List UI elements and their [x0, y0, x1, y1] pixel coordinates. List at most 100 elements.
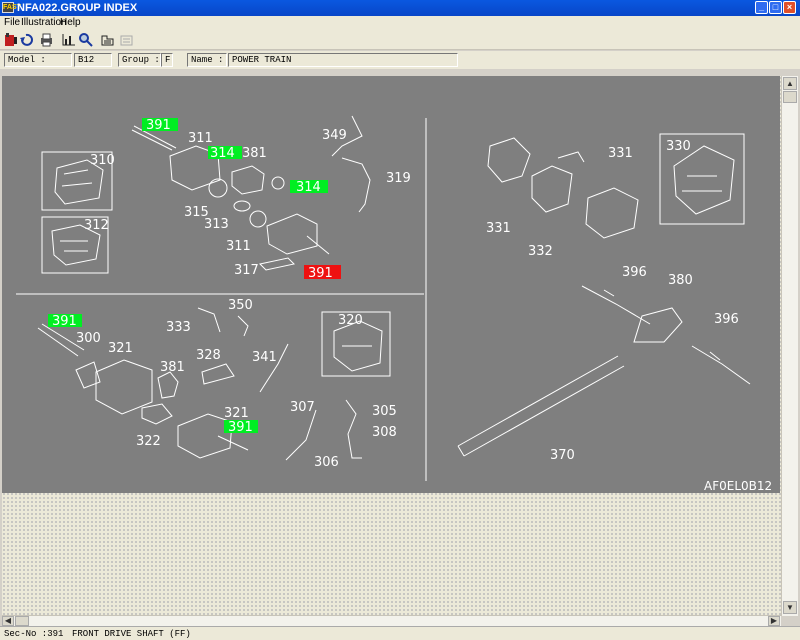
part-321-case — [95, 359, 153, 415]
callout-305[interactable]: 305 — [372, 404, 397, 419]
part-391-shaft-bottom — [217, 435, 249, 451]
callout-310[interactable]: 310 — [90, 153, 115, 168]
part-322-gears — [141, 403, 173, 425]
callout-381-a[interactable]: 381 — [242, 146, 267, 161]
part-306-harness — [345, 399, 362, 459]
toolbar — [0, 30, 800, 50]
find-icon[interactable] — [77, 31, 94, 48]
part-381-cap — [231, 165, 265, 195]
scroll-left-button[interactable]: ◀ — [2, 616, 14, 626]
callout-350[interactable]: 350 — [228, 298, 253, 313]
callout-331-b[interactable]: 331 — [608, 146, 633, 161]
part-396-shaft-left — [581, 285, 651, 325]
callout-391-a[interactable]: 391 — [146, 118, 171, 133]
callout-312[interactable]: 312 — [84, 218, 109, 233]
callout-370[interactable]: 370 — [550, 448, 575, 463]
status-description: FRONT DRIVE SHAFT (FF) — [72, 629, 191, 639]
callout-306[interactable]: 306 — [314, 455, 339, 470]
callout-314-a[interactable]: 314 — [210, 146, 235, 161]
part-333-fork — [197, 307, 221, 333]
callout-321-b[interactable]: 321 — [224, 406, 249, 421]
callout-349[interactable]: 349 — [322, 128, 347, 143]
callout-391-d[interactable]: 391 — [228, 420, 253, 435]
disabled-icon — [118, 31, 135, 48]
vertical-scrollbar[interactable]: ▲ ▼ — [781, 76, 798, 616]
group-value: F — [161, 53, 173, 67]
callout-333[interactable]: 333 — [166, 320, 191, 335]
window-title: NFA022.GROUP INDEX — [17, 2, 138, 14]
part-314-cap — [271, 176, 285, 190]
menu-file[interactable]: File — [4, 17, 20, 29]
print-icon[interactable] — [38, 31, 55, 48]
callout-380[interactable]: 380 — [668, 273, 693, 288]
scroll-up-button[interactable]: ▲ — [783, 77, 797, 90]
part-307-cable — [285, 409, 317, 461]
part-391-shaft-mid — [306, 235, 330, 255]
horizontal-scroll-thumb[interactable] — [15, 616, 29, 626]
callout-300[interactable]: 300 — [76, 331, 101, 346]
close-button[interactable]: × — [783, 1, 796, 14]
status-sec-no: Sec-No :391 — [4, 629, 64, 639]
graph-icon[interactable] — [60, 31, 77, 48]
part-313-ring — [249, 210, 267, 228]
callout-331-a[interactable]: 331 — [486, 221, 511, 236]
callout-319[interactable]: 319 — [386, 171, 411, 186]
title-bar: FAST NFA022.GROUP INDEX _ □ × — [0, 0, 800, 16]
scroll-down-button[interactable]: ▼ — [783, 601, 797, 614]
part-331-case — [585, 187, 639, 239]
name-label: Name : — [187, 53, 227, 67]
part-311-lower — [266, 213, 318, 255]
part-317-gasket — [258, 257, 296, 271]
callout-396-b[interactable]: 396 — [714, 312, 739, 327]
part-396-shaft-right — [691, 345, 751, 385]
callout-396-a[interactable]: 396 — [622, 265, 647, 280]
vertical-scroll-thumb[interactable] — [783, 91, 797, 103]
callout-308[interactable]: 308 — [372, 425, 397, 440]
callout-328[interactable]: 328 — [196, 348, 221, 363]
status-bar: Sec-No :391 FRONT DRIVE SHAFT (FF) — [0, 626, 800, 640]
callout-391-c[interactable]: 391 — [52, 314, 77, 329]
part-330-drawing — [673, 145, 735, 215]
menu-bar: File Illustration Help — [0, 16, 800, 30]
callout-320[interactable]: 320 — [338, 313, 363, 328]
part-328-bracket — [201, 363, 235, 385]
info-bar: Model : B12 Group : F Name : POWER TRAIN — [0, 51, 800, 69]
callout-332[interactable]: 332 — [528, 244, 553, 259]
horizontal-scrollbar[interactable]: ◀ ▶ — [2, 615, 781, 626]
maximize-button[interactable]: □ — [769, 1, 782, 14]
part-315-ring — [233, 200, 251, 212]
part-314-bearing — [208, 178, 228, 198]
model-label: Model : — [4, 53, 72, 67]
part-370-propshaft — [457, 355, 625, 457]
part-350-switch — [237, 315, 249, 337]
scroll-right-button[interactable]: ▶ — [768, 616, 780, 626]
callout-317[interactable]: 317 — [234, 263, 259, 278]
callout-330[interactable]: 330 — [666, 139, 691, 154]
part-381-lower — [157, 371, 179, 399]
exit-icon[interactable] — [2, 31, 19, 48]
back-icon[interactable] — [18, 31, 35, 48]
callout-381-b[interactable]: 381 — [160, 360, 185, 375]
tab-icon[interactable] — [99, 31, 116, 48]
callout-321-a[interactable]: 321 — [108, 341, 133, 356]
group-label: Group : — [118, 53, 161, 67]
callout-313[interactable]: 313 — [204, 217, 229, 232]
callout-322[interactable]: 322 — [136, 434, 161, 449]
illustration[interactable]: 391 311 314 381 310 312 315 313 311 317 … — [2, 76, 780, 493]
part-320-drawing — [333, 320, 383, 372]
part-332-assy — [531, 151, 585, 213]
callout-341[interactable]: 341 — [252, 350, 277, 365]
name-value: POWER TRAIN — [228, 53, 458, 67]
callout-307[interactable]: 307 — [290, 400, 315, 415]
callout-391-selected[interactable]: 391 — [308, 266, 333, 281]
part-380-center — [633, 307, 683, 343]
illustration-code: AF0EL0B12 — [704, 479, 772, 493]
callout-314-b[interactable]: 314 — [296, 180, 321, 195]
menu-help[interactable]: Help — [60, 17, 81, 29]
app-icon: FAST — [2, 2, 21, 13]
callout-311-a[interactable]: 311 — [188, 131, 213, 146]
part-331-plate — [487, 137, 531, 183]
minimize-button[interactable]: _ — [755, 1, 768, 14]
callout-311-b[interactable]: 311 — [226, 239, 251, 254]
model-value: B12 — [74, 53, 112, 67]
